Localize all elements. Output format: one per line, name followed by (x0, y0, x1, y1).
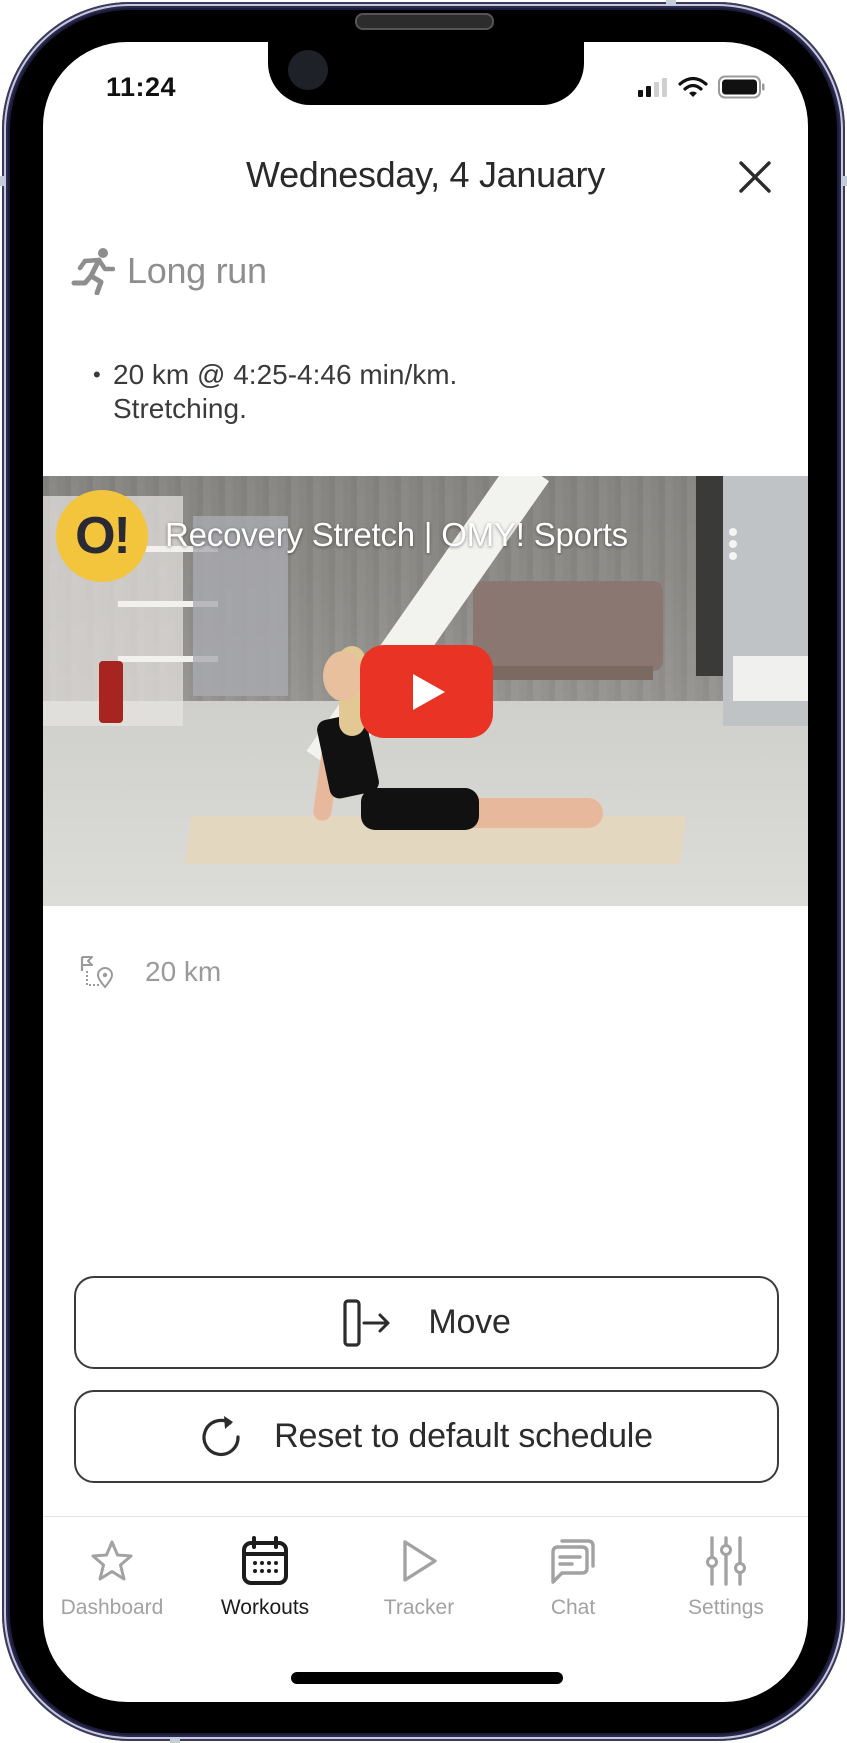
video-thumbnail-radiator (733, 656, 808, 701)
description-line: Stretching. (113, 393, 247, 424)
description-line: 20 km @ 4:25-4:46 min/km. (113, 359, 458, 390)
close-icon (739, 161, 771, 193)
tab-chat[interactable]: Chat (498, 1532, 648, 1632)
reset-schedule-button[interactable]: Reset to default schedule (74, 1390, 779, 1483)
earpiece-speaker (355, 13, 494, 30)
tab-label: Dashboard (60, 1596, 164, 1619)
battery-icon (718, 75, 765, 99)
bullet: • (93, 362, 101, 387)
workout-heading: Long run (71, 247, 267, 295)
tab-label: Workouts (220, 1596, 310, 1619)
antenna-band (841, 176, 847, 186)
video-player[interactable]: O! Recovery Stretch | OMY! Sports (43, 476, 808, 906)
refresh-icon (202, 1415, 240, 1456)
calendar-icon (242, 1536, 288, 1585)
screen: 11:24 Wednesday, 4 January Long run • 20… (43, 42, 808, 1702)
move-right-icon (343, 1298, 390, 1347)
tab-label: Chat (550, 1596, 596, 1619)
video-thumbnail-sofa (473, 581, 663, 671)
tab-bar: Dashboard Workouts Tracker Chat Settings (43, 1532, 808, 1632)
antenna-band (666, 0, 676, 6)
route-icon (80, 956, 114, 989)
sliders-icon (706, 1536, 746, 1586)
chat-icon (551, 1539, 595, 1584)
more-vertical-icon[interactable] (723, 528, 743, 568)
tab-label: Tracker (383, 1596, 455, 1619)
tab-dashboard[interactable]: Dashboard (43, 1532, 187, 1632)
antenna-band (0, 176, 6, 186)
workout-title: Long run (127, 250, 267, 291)
tab-label: Settings (688, 1596, 764, 1619)
move-label: Move (428, 1303, 511, 1341)
status-icons (638, 75, 766, 99)
distance-row: 20 km (79, 954, 221, 990)
antenna-band (170, 1737, 180, 1743)
video-thumbnail-sofa-base (483, 666, 653, 680)
signal-icon (638, 78, 667, 97)
tab-tracker[interactable]: Tracker (344, 1532, 494, 1632)
channel-logo[interactable]: O! (56, 490, 148, 582)
running-icon (71, 248, 115, 295)
close-button[interactable] (733, 155, 777, 199)
video-thumbnail-curtain (696, 476, 724, 676)
youtube-play-icon (412, 673, 445, 710)
play-icon (403, 1540, 437, 1582)
tabbar-divider (43, 1516, 808, 1517)
youtube-play-button[interactable] (360, 645, 493, 738)
tab-workouts[interactable]: Workouts (190, 1532, 340, 1632)
tab-settings[interactable]: Settings (651, 1532, 801, 1632)
front-camera (288, 50, 328, 90)
page-title: Wednesday, 4 January (246, 154, 605, 195)
star-icon (91, 1540, 133, 1581)
distance-value: 20 km (145, 956, 222, 987)
video-title[interactable]: Recovery Stretch | OMY! Sports (165, 516, 628, 554)
notch (268, 42, 584, 105)
video-thumbnail-person (361, 788, 479, 830)
home-indicator[interactable] (291, 1672, 563, 1684)
status-time: 11:24 (106, 72, 177, 102)
video-thumbnail-extinguisher (99, 661, 123, 723)
reset-label: Reset to default schedule (274, 1417, 653, 1455)
video-thumbnail-person (323, 651, 363, 701)
move-button[interactable]: Move (74, 1276, 779, 1369)
wifi-icon (678, 76, 708, 97)
workout-description: • 20 km @ 4:25-4:46 min/km. Stretching. (93, 358, 457, 426)
